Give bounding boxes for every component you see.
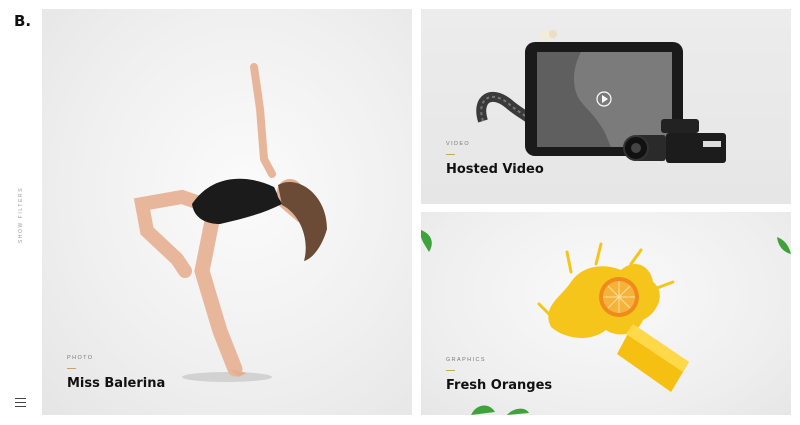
item-caption: GRAPHICS Fresh Oranges xyxy=(446,357,552,393)
accent-divider xyxy=(446,370,455,371)
item-caption: VIDEO Hosted Video xyxy=(446,141,544,177)
accent-divider xyxy=(446,154,455,155)
item-caption: PHOTO Miss Balerina xyxy=(67,355,165,391)
portfolio-item-fresh-oranges[interactable]: GRAPHICS Fresh Oranges xyxy=(421,212,791,415)
item-category: VIDEO xyxy=(446,141,471,147)
item-category: GRAPHICS xyxy=(446,357,486,363)
hamburger-menu-icon[interactable] xyxy=(15,398,26,408)
portfolio-item-hosted-video[interactable]: VIDEO Hosted Video xyxy=(421,9,791,204)
portfolio-item-miss-balerina[interactable]: PHOTO Miss Balerina xyxy=(42,9,412,415)
show-filters-toggle[interactable]: SHOW FILTERS xyxy=(18,187,24,243)
accent-divider xyxy=(67,368,76,369)
item-title[interactable]: Miss Balerina xyxy=(67,376,165,391)
item-title[interactable]: Hosted Video xyxy=(446,162,544,177)
item-category: PHOTO xyxy=(67,355,94,361)
item-title[interactable]: Fresh Oranges xyxy=(446,378,552,393)
logo[interactable]: B. xyxy=(14,12,31,30)
